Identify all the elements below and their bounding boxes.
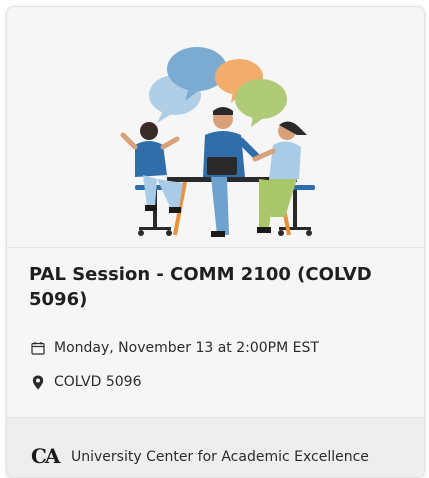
calendar-icon (29, 339, 47, 357)
event-illustration (7, 7, 424, 247)
map-pin-icon (29, 373, 47, 391)
organizer-footer[interactable]: CA University Center for Academic Excell… (7, 417, 424, 477)
organization-name[interactable]: University Center for Academic Excellenc… (71, 449, 369, 465)
event-title[interactable]: PAL Session - COMM 2100 (COLVD 5096) (29, 262, 409, 312)
event-location-row: COLVD 5096 (29, 373, 142, 391)
event-card[interactable]: PAL Session - COMM 2100 (COLVD 5096) Mon… (6, 6, 425, 478)
event-location: COLVD 5096 (54, 374, 142, 390)
divider (7, 247, 424, 248)
event-date-row: Monday, November 13 at 2:00PM EST (29, 339, 319, 357)
organization-logo: CA (31, 444, 60, 468)
event-datetime: Monday, November 13 at 2:00PM EST (54, 340, 319, 356)
